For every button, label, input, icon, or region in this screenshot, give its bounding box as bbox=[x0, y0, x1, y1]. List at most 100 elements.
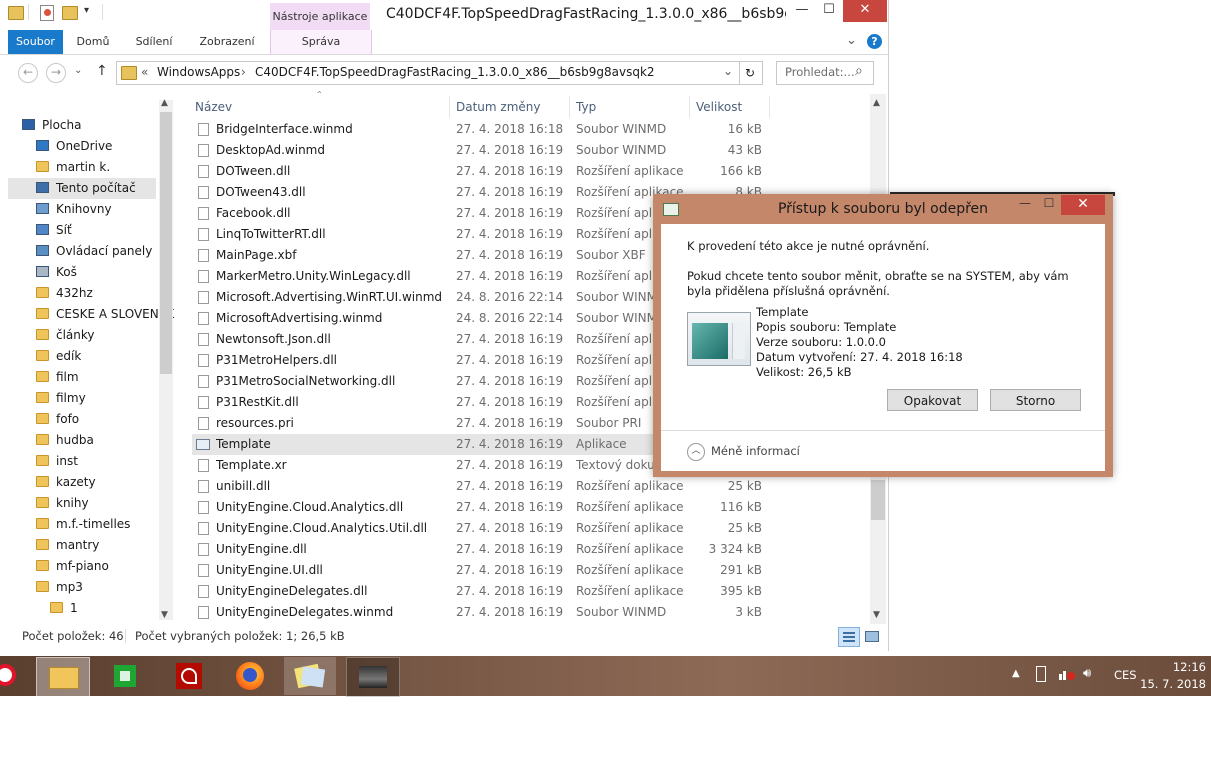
file-row[interactable]: unibill.dll 27. 4. 2018 16:19 Rozšíření ap… bbox=[192, 476, 768, 497]
nav-scrollbar-thumb[interactable] bbox=[160, 112, 172, 374]
column-divider[interactable] bbox=[689, 96, 690, 118]
overflow-crumb[interactable]: « bbox=[141, 65, 148, 79]
context-tab-app-tools[interactable]: Nástroje aplikace bbox=[270, 3, 370, 30]
column-divider[interactable] bbox=[769, 96, 770, 118]
retry-button[interactable]: Opakovat bbox=[887, 389, 978, 411]
network-icon[interactable] bbox=[1059, 668, 1075, 680]
quick-access-dropdown-icon[interactable]: ▾ bbox=[84, 5, 89, 16]
less-info-link[interactable]: Méně informací bbox=[711, 444, 800, 458]
file-row[interactable]: DOTween.dll 27. 4. 2018 16:19 Rozšíření ap… bbox=[192, 161, 768, 182]
details-view-icon[interactable] bbox=[838, 627, 860, 647]
sidebar-item-label: CESKE A SLOVENSKE bbox=[56, 307, 175, 321]
sidebar-item[interactable]: mantry bbox=[36, 535, 175, 556]
file-row[interactable]: DesktopAd.winmd 27. 4. 2018 16:19 Soubor W… bbox=[192, 140, 768, 161]
close-button[interactable]: ✕ bbox=[843, 0, 887, 22]
breadcrumb-separator[interactable]: › bbox=[241, 65, 246, 79]
clock-date[interactable]: 15. 7. 2018 bbox=[1140, 677, 1206, 691]
minimize-button[interactable]: — bbox=[790, 0, 814, 22]
refresh-button[interactable]: ↻ bbox=[738, 61, 763, 85]
sidebar-item[interactable]: inst bbox=[36, 451, 175, 472]
column-divider[interactable] bbox=[449, 96, 450, 118]
game-icon[interactable] bbox=[346, 657, 400, 697]
column-header-size[interactable]: Velikost bbox=[696, 96, 742, 118]
tab-home[interactable]: Domů bbox=[70, 30, 116, 54]
dialog-close-button[interactable]: ✕ bbox=[1061, 195, 1105, 215]
sidebar-item[interactable]: m.f.-timelles bbox=[36, 514, 175, 535]
nav-scroll-up-icon[interactable]: ▲ bbox=[161, 98, 168, 108]
sidebar-item-label: mf-piano bbox=[56, 559, 109, 573]
ribbon-expand-icon[interactable]: ⌄ bbox=[846, 33, 857, 48]
sidebar-item[interactable]: Knihovny bbox=[36, 199, 175, 220]
input-language[interactable]: CES bbox=[1114, 668, 1137, 682]
maximize-button[interactable]: ☐ bbox=[816, 0, 842, 22]
column-header-name[interactable]: Název bbox=[195, 96, 232, 118]
list-scroll-up-icon[interactable]: ▲ bbox=[873, 98, 880, 108]
column-header-date[interactable]: Datum změny bbox=[456, 96, 541, 118]
sidebar-item[interactable]: články bbox=[36, 325, 175, 346]
file-explorer-icon[interactable] bbox=[36, 657, 90, 697]
sidebar-item[interactable]: Tento počítač bbox=[8, 178, 156, 199]
cancel-button[interactable]: Storno bbox=[990, 389, 1081, 411]
sidebar-item[interactable]: kazety bbox=[36, 472, 175, 493]
sidebar-item[interactable]: mp3 bbox=[36, 577, 175, 598]
file-row[interactable]: UnityEngine.UI.dll 27. 4. 2018 16:19 Rozší… bbox=[192, 560, 768, 581]
column-divider[interactable] bbox=[569, 96, 570, 118]
list-scroll-down-icon[interactable]: ▼ bbox=[873, 610, 880, 620]
sidebar-item[interactable]: OneDrive bbox=[36, 136, 175, 157]
breadcrumb-windowsapps[interactable]: WindowsApps bbox=[157, 65, 240, 79]
opera-icon[interactable] bbox=[0, 664, 16, 686]
back-button[interactable]: ← bbox=[18, 63, 38, 83]
file-row[interactable]: UnityEngine.Cloud.Analytics.dll 27. 4. 20… bbox=[192, 497, 768, 518]
store-icon[interactable] bbox=[98, 657, 150, 695]
battery-icon[interactable] bbox=[1036, 666, 1046, 682]
collapse-details-icon[interactable]: ︿ bbox=[687, 443, 705, 461]
file-row[interactable]: UnityEngine.Cloud.Analytics.Util.dll 27. … bbox=[192, 518, 768, 539]
properties-icon[interactable] bbox=[40, 5, 54, 21]
firefox-icon[interactable] bbox=[224, 657, 276, 695]
control-panel-icon bbox=[36, 245, 49, 256]
sidebar-item[interactable]: mf-piano bbox=[36, 556, 175, 577]
file-row[interactable]: UnityEngineDelegates.dll 27. 4. 2018 16:1… bbox=[192, 581, 768, 602]
acrobat-icon[interactable] bbox=[162, 657, 214, 695]
help-icon[interactable]: ? bbox=[867, 34, 882, 49]
dialog-minimize-button[interactable]: — bbox=[1015, 196, 1035, 210]
tab-file[interactable]: Soubor bbox=[8, 30, 63, 54]
sidebar-item[interactable]: Koš bbox=[36, 262, 175, 283]
sidebar-item[interactable]: martin k. bbox=[36, 157, 175, 178]
sidebar-item[interactable]: film bbox=[36, 367, 175, 388]
recent-locations-icon[interactable]: ⌄ bbox=[74, 65, 82, 76]
sidebar-item[interactable]: edík bbox=[36, 346, 175, 367]
sidebar-item[interactable]: Ovládací panely bbox=[36, 241, 175, 262]
nav-scroll-down-icon[interactable]: ▼ bbox=[161, 610, 168, 620]
sidebar-item[interactable]: CESKE A SLOVENSKE bbox=[36, 304, 175, 325]
dialog-maximize-button[interactable]: ☐ bbox=[1039, 196, 1059, 210]
new-folder-icon[interactable] bbox=[62, 6, 78, 20]
sidebar-item[interactable]: 1 bbox=[50, 598, 175, 619]
sidebar-item[interactable]: knihy bbox=[36, 493, 175, 514]
tab-view[interactable]: Zobrazení bbox=[194, 30, 260, 54]
address-dropdown-icon[interactable]: ⌄ bbox=[723, 64, 733, 78]
large-icons-view-icon[interactable] bbox=[863, 628, 879, 644]
forward-button[interactable]: → bbox=[46, 63, 66, 83]
column-header-type[interactable]: Typ bbox=[576, 96, 596, 118]
sidebar-item[interactable]: fofo bbox=[36, 409, 175, 430]
file-list-scrollbar-thumb[interactable] bbox=[871, 480, 885, 520]
tab-manage[interactable]: Správa bbox=[270, 30, 372, 54]
file-row[interactable]: BridgeInterface.winmd 27. 4. 2018 16:18 So… bbox=[192, 119, 768, 140]
address-bar[interactable]: « WindowsApps › C40DCF4F.TopSpeedDragFas… bbox=[116, 61, 740, 85]
sidebar-item[interactable]: hudba bbox=[36, 430, 175, 451]
sidebar-item[interactable]: Síť bbox=[36, 220, 175, 241]
breadcrumb-app-folder[interactable]: C40DCF4F.TopSpeedDragFastRacing_1.3.0.0_… bbox=[255, 65, 655, 79]
sidebar-item[interactable]: 432hz bbox=[36, 283, 175, 304]
up-button[interactable]: ↑ bbox=[96, 63, 108, 79]
clock-time[interactable]: 12:16 bbox=[1152, 660, 1206, 674]
sticky-notes-icon[interactable] bbox=[284, 657, 336, 695]
tab-share[interactable]: Sdílení bbox=[130, 30, 178, 54]
volume-icon[interactable]: 🔊︎ bbox=[1083, 666, 1091, 681]
search-input[interactable]: Prohledat:... ⌕ bbox=[776, 61, 874, 85]
sidebar-item[interactable]: filmy bbox=[36, 388, 175, 409]
show-hidden-icons[interactable]: ▲ bbox=[1012, 668, 1020, 679]
sidebar-item[interactable]: Plocha bbox=[22, 115, 172, 136]
file-row[interactable]: UnityEngine.dll 27. 4. 2018 16:19 Rozšířen… bbox=[192, 539, 768, 560]
file-row[interactable]: UnityEngineDelegates.winmd 27. 4. 2018 16… bbox=[192, 602, 768, 623]
